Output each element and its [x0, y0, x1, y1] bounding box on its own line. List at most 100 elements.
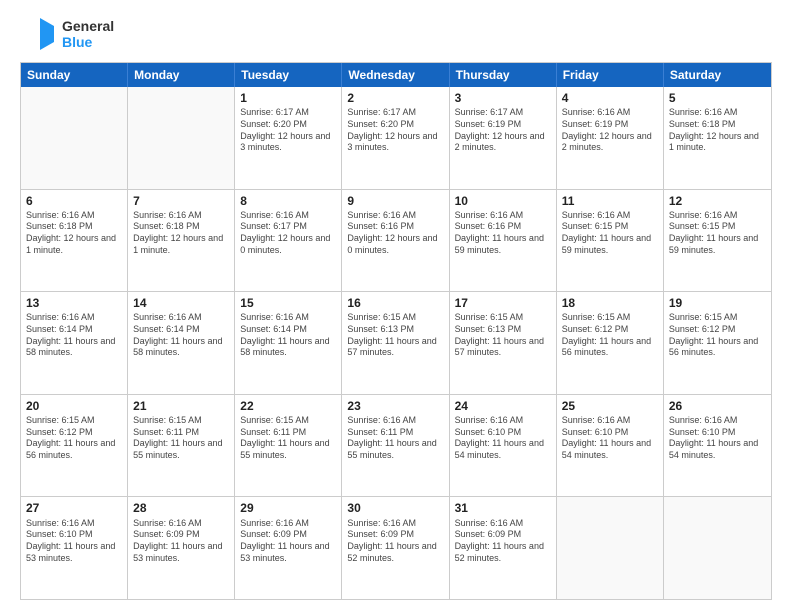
empty-cell [557, 497, 664, 599]
cell-info: Sunset: 6:11 PM [133, 427, 229, 439]
col-header-wednesday: Wednesday [342, 63, 449, 87]
cell-info: Sunrise: 6:16 AM [562, 210, 658, 222]
header: GeneralBlue [20, 16, 772, 52]
day-number: 6 [26, 193, 122, 209]
cell-info: Sunrise: 6:16 AM [133, 312, 229, 324]
cell-info: Sunrise: 6:16 AM [455, 210, 551, 222]
day-number: 12 [669, 193, 766, 209]
calendar: SundayMondayTuesdayWednesdayThursdayFrid… [20, 62, 772, 600]
cal-row-1: 6Sunrise: 6:16 AMSunset: 6:18 PMDaylight… [21, 189, 771, 292]
day-number: 22 [240, 398, 336, 414]
cell-info: Sunset: 6:10 PM [26, 529, 122, 541]
day-cell-11: 11Sunrise: 6:16 AMSunset: 6:15 PMDayligh… [557, 190, 664, 292]
cell-info: Sunrise: 6:16 AM [669, 415, 766, 427]
cell-info: Sunset: 6:19 PM [455, 119, 551, 131]
day-number: 23 [347, 398, 443, 414]
day-cell-2: 2Sunrise: 6:17 AMSunset: 6:20 PMDaylight… [342, 87, 449, 189]
page: GeneralBlue SundayMondayTuesdayWednesday… [0, 0, 792, 612]
cell-info: Sunrise: 6:16 AM [347, 210, 443, 222]
day-cell-9: 9Sunrise: 6:16 AMSunset: 6:16 PMDaylight… [342, 190, 449, 292]
cell-info: Daylight: 11 hours and 56 minutes. [26, 438, 122, 461]
cell-info: Sunset: 6:09 PM [347, 529, 443, 541]
cell-info: Sunrise: 6:17 AM [455, 107, 551, 119]
day-cell-17: 17Sunrise: 6:15 AMSunset: 6:13 PMDayligh… [450, 292, 557, 394]
cell-info: Daylight: 11 hours and 56 minutes. [669, 336, 766, 359]
empty-cell [128, 87, 235, 189]
day-cell-19: 19Sunrise: 6:15 AMSunset: 6:12 PMDayligh… [664, 292, 771, 394]
day-number: 14 [133, 295, 229, 311]
cell-info: Daylight: 12 hours and 3 minutes. [240, 131, 336, 154]
cell-info: Sunset: 6:18 PM [26, 221, 122, 233]
cell-info: Sunset: 6:15 PM [562, 221, 658, 233]
cell-info: Daylight: 12 hours and 0 minutes. [240, 233, 336, 256]
cell-info: Daylight: 11 hours and 54 minutes. [669, 438, 766, 461]
cell-info: Sunrise: 6:16 AM [240, 518, 336, 530]
day-cell-22: 22Sunrise: 6:15 AMSunset: 6:11 PMDayligh… [235, 395, 342, 497]
day-number: 19 [669, 295, 766, 311]
day-number: 5 [669, 90, 766, 106]
cell-info: Sunset: 6:09 PM [455, 529, 551, 541]
day-cell-7: 7Sunrise: 6:16 AMSunset: 6:18 PMDaylight… [128, 190, 235, 292]
cell-info: Sunset: 6:10 PM [562, 427, 658, 439]
cell-info: Daylight: 11 hours and 57 minutes. [455, 336, 551, 359]
cell-info: Sunset: 6:20 PM [240, 119, 336, 131]
cell-info: Daylight: 11 hours and 56 minutes. [562, 336, 658, 359]
cell-info: Daylight: 11 hours and 59 minutes. [669, 233, 766, 256]
cell-info: Daylight: 12 hours and 2 minutes. [562, 131, 658, 154]
cell-info: Sunrise: 6:16 AM [669, 210, 766, 222]
day-number: 4 [562, 90, 658, 106]
day-number: 18 [562, 295, 658, 311]
empty-cell [664, 497, 771, 599]
cell-info: Daylight: 11 hours and 52 minutes. [455, 541, 551, 564]
day-number: 10 [455, 193, 551, 209]
cell-info: Daylight: 11 hours and 58 minutes. [133, 336, 229, 359]
cell-info: Sunrise: 6:16 AM [133, 518, 229, 530]
day-cell-13: 13Sunrise: 6:16 AMSunset: 6:14 PMDayligh… [21, 292, 128, 394]
cal-row-3: 20Sunrise: 6:15 AMSunset: 6:12 PMDayligh… [21, 394, 771, 497]
day-cell-21: 21Sunrise: 6:15 AMSunset: 6:11 PMDayligh… [128, 395, 235, 497]
day-number: 27 [26, 500, 122, 516]
logo-icon [20, 16, 56, 52]
cell-info: Sunrise: 6:15 AM [347, 312, 443, 324]
cell-info: Daylight: 11 hours and 55 minutes. [347, 438, 443, 461]
cell-info: Sunrise: 6:16 AM [240, 312, 336, 324]
cell-info: Sunset: 6:10 PM [455, 427, 551, 439]
cell-info: Daylight: 11 hours and 55 minutes. [240, 438, 336, 461]
day-cell-24: 24Sunrise: 6:16 AMSunset: 6:10 PMDayligh… [450, 395, 557, 497]
col-header-sunday: Sunday [21, 63, 128, 87]
day-number: 26 [669, 398, 766, 414]
cell-info: Sunrise: 6:16 AM [347, 518, 443, 530]
cell-info: Daylight: 11 hours and 58 minutes. [240, 336, 336, 359]
calendar-header: SundayMondayTuesdayWednesdayThursdayFrid… [21, 63, 771, 87]
cell-info: Daylight: 12 hours and 1 minute. [26, 233, 122, 256]
day-cell-30: 30Sunrise: 6:16 AMSunset: 6:09 PMDayligh… [342, 497, 449, 599]
day-number: 31 [455, 500, 551, 516]
day-cell-18: 18Sunrise: 6:15 AMSunset: 6:12 PMDayligh… [557, 292, 664, 394]
day-number: 20 [26, 398, 122, 414]
day-cell-5: 5Sunrise: 6:16 AMSunset: 6:18 PMDaylight… [664, 87, 771, 189]
day-cell-10: 10Sunrise: 6:16 AMSunset: 6:16 PMDayligh… [450, 190, 557, 292]
cell-info: Sunrise: 6:15 AM [455, 312, 551, 324]
day-number: 2 [347, 90, 443, 106]
cell-info: Sunrise: 6:16 AM [240, 210, 336, 222]
day-number: 29 [240, 500, 336, 516]
cell-info: Sunset: 6:13 PM [455, 324, 551, 336]
day-cell-1: 1Sunrise: 6:17 AMSunset: 6:20 PMDaylight… [235, 87, 342, 189]
cell-info: Sunset: 6:12 PM [669, 324, 766, 336]
cell-info: Daylight: 12 hours and 1 minute. [133, 233, 229, 256]
cell-info: Sunset: 6:11 PM [347, 427, 443, 439]
cell-info: Sunrise: 6:15 AM [133, 415, 229, 427]
cell-info: Sunset: 6:17 PM [240, 221, 336, 233]
cell-info: Sunset: 6:20 PM [347, 119, 443, 131]
day-cell-3: 3Sunrise: 6:17 AMSunset: 6:19 PMDaylight… [450, 87, 557, 189]
cell-info: Sunrise: 6:16 AM [562, 107, 658, 119]
cell-info: Daylight: 12 hours and 2 minutes. [455, 131, 551, 154]
day-cell-12: 12Sunrise: 6:16 AMSunset: 6:15 PMDayligh… [664, 190, 771, 292]
day-number: 30 [347, 500, 443, 516]
cell-info: Sunset: 6:18 PM [669, 119, 766, 131]
day-cell-8: 8Sunrise: 6:16 AMSunset: 6:17 PMDaylight… [235, 190, 342, 292]
logo-general: General [62, 18, 114, 34]
cell-info: Sunset: 6:14 PM [133, 324, 229, 336]
cell-info: Daylight: 11 hours and 53 minutes. [240, 541, 336, 564]
col-header-tuesday: Tuesday [235, 63, 342, 87]
